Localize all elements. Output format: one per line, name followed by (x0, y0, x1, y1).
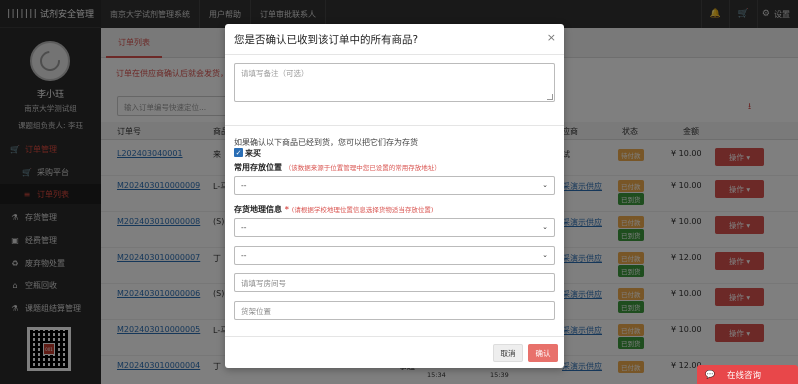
divider (225, 125, 564, 126)
close-icon[interactable]: × (547, 31, 556, 44)
confirm-receipt-dialog: 您是否确认已收到该订单中的所有商品? × 请填写备注（可选） 如果确认以下商品已… (225, 24, 564, 368)
chat-icon: 💬 (705, 370, 715, 379)
location-label: 常用存放位置 （该数据来源于位置管理中您已设置的常用存放地址） (234, 163, 441, 172)
confirm-button[interactable]: 确认 (528, 344, 558, 362)
check-icon: ✓ (235, 148, 242, 157)
inventory-hint: 如果确认以下商品已经到货，您可以把它们存为存货 (234, 138, 418, 147)
required-mark: * (284, 205, 289, 214)
remark-placeholder: 请填写备注（可选） (241, 69, 309, 78)
geo-select-primary[interactable]: -- ⌄ (234, 218, 555, 237)
location-select[interactable]: -- ⌄ (234, 176, 555, 195)
room-number-input[interactable]: 请填写房间号 (234, 273, 555, 292)
remark-textarea[interactable]: 请填写备注（可选） (234, 63, 555, 102)
store-checkbox-label: 来买 (245, 149, 261, 158)
divider (225, 54, 564, 55)
location-value: -- (241, 181, 247, 190)
store-checkbox[interactable]: ✓ (234, 148, 243, 157)
dialog-footer: 取消 确认 (225, 336, 564, 368)
geo-label: 存货地理信息 * (请根据学校地理位置信息选择货物适当存放位置) (234, 205, 434, 214)
geo-hint: (请根据学校地理位置信息选择货物适当存放位置) (291, 206, 434, 214)
geo-value: -- (241, 223, 247, 232)
shelf-position-input[interactable]: 货架位置 (234, 301, 555, 320)
geo-value: -- (241, 251, 247, 260)
chevron-down-icon: ⌄ (542, 251, 548, 259)
geo-select-secondary[interactable]: -- ⌄ (234, 246, 555, 265)
online-chat-button[interactable]: 💬 在线咨询 (697, 365, 798, 384)
chevron-down-icon: ⌄ (542, 181, 548, 189)
location-hint: （该数据来源于位置管理中您已设置的常用存放地址） (284, 164, 441, 172)
chat-label: 在线咨询 (726, 370, 761, 381)
cancel-button[interactable]: 取消 (493, 344, 523, 362)
dialog-title: 您是否确认已收到该订单中的所有商品? (234, 34, 419, 46)
chevron-down-icon: ⌄ (542, 223, 548, 231)
resize-grip-icon[interactable] (547, 94, 553, 100)
